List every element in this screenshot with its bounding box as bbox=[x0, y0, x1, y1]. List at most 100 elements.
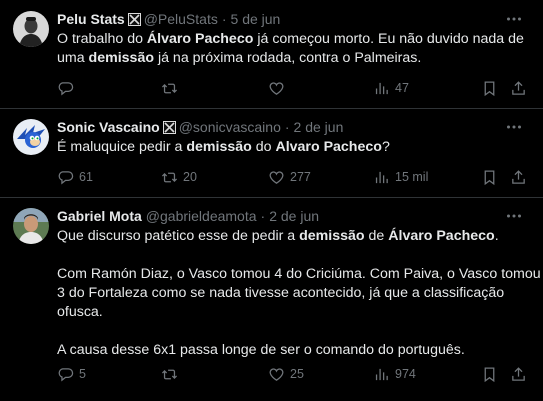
share-button[interactable] bbox=[510, 364, 527, 384]
tweet-date[interactable]: 2 de jun bbox=[269, 208, 319, 224]
tweet-actions: 61 20 277 15 mil bbox=[57, 167, 535, 187]
text-segment: ? bbox=[381, 139, 390, 155]
separator-dot: · bbox=[260, 208, 266, 224]
reply-icon bbox=[58, 170, 74, 184]
text-segment: A causa desse 6x1 passa longe de ser o c… bbox=[57, 342, 465, 358]
tweet-text-line: É maluquice pedir a demissão do Alvaro P… bbox=[57, 138, 527, 157]
reply-icon bbox=[58, 81, 74, 95]
author-name[interactable]: Pelu Stats bbox=[57, 11, 125, 27]
views-button[interactable]: 15 mil bbox=[373, 167, 428, 187]
text-segment: 3 do Fortaleza como se nada tivesse acon… bbox=[57, 285, 505, 301]
tweet-text-line: Que discurso patético esse de pedir a de… bbox=[57, 227, 527, 246]
tweet-feed: Pelu Stats @PeluStats · 5 de jun O traba… bbox=[0, 0, 543, 401]
avatar[interactable] bbox=[13, 119, 49, 155]
text-segment: do bbox=[251, 139, 276, 155]
separator-dot: · bbox=[221, 11, 227, 27]
tweet-text: É maluquice pedir a demissão do Alvaro P… bbox=[57, 138, 527, 157]
highlighted-term: demissão bbox=[299, 228, 365, 244]
tweet-text: Que discurso patético esse de pedir a de… bbox=[57, 227, 541, 360]
bookmark-icon bbox=[484, 366, 495, 382]
views-button[interactable]: 974 bbox=[373, 364, 416, 384]
text-segment: ofusca. bbox=[57, 304, 103, 320]
tweet-text-line: 3 do Fortaleza como se nada tivesse acon… bbox=[57, 284, 527, 303]
more-icon[interactable] bbox=[505, 207, 523, 225]
retweet-icon bbox=[161, 172, 178, 182]
views-button[interactable]: 47 bbox=[373, 78, 409, 98]
views-count: 974 bbox=[395, 367, 416, 381]
reply-button[interactable]: 5 bbox=[57, 364, 86, 384]
retweet-button[interactable] bbox=[161, 364, 183, 384]
views-icon bbox=[375, 368, 388, 380]
share-icon bbox=[512, 169, 525, 184]
reply-button[interactable]: 61 bbox=[57, 167, 93, 187]
tweet-text: O trabalho do Álvaro Pacheco já começou … bbox=[57, 30, 527, 68]
tweet-actions: 47 bbox=[57, 78, 535, 98]
text-segment: de bbox=[364, 228, 389, 244]
highlighted-term: demissão bbox=[88, 50, 154, 66]
more-icon[interactable] bbox=[505, 10, 523, 28]
author-handle[interactable]: @sonicvascaino bbox=[179, 119, 281, 135]
retweet-icon bbox=[161, 369, 178, 379]
highlighted-term: Álvaro Pacheco bbox=[388, 228, 495, 244]
tweet-date[interactable]: 2 de jun bbox=[294, 119, 344, 135]
like-count: 277 bbox=[290, 170, 311, 184]
text-segment: É maluquice pedir a bbox=[57, 139, 187, 155]
like-button[interactable]: 277 bbox=[268, 167, 311, 187]
retweet-button[interactable] bbox=[161, 78, 183, 98]
like-button[interactable] bbox=[268, 78, 290, 98]
like-icon bbox=[269, 81, 284, 95]
share-icon bbox=[512, 366, 525, 381]
tweet-text-line: O trabalho do Álvaro Pacheco já começou … bbox=[57, 30, 527, 49]
text-segment: já começou morto. Eu não duvido nada de bbox=[253, 31, 524, 47]
avatar[interactable] bbox=[13, 208, 49, 244]
like-icon bbox=[269, 367, 284, 381]
bookmark-icon bbox=[484, 80, 495, 96]
text-segment: uma bbox=[57, 50, 89, 66]
like-button[interactable]: 25 bbox=[268, 364, 304, 384]
text-segment: Que discurso patético esse de pedir a bbox=[57, 228, 300, 244]
avatar[interactable] bbox=[13, 11, 49, 47]
tweet-text-line: Com Ramón Diaz, o Vasco tomou 4 do Crici… bbox=[57, 265, 541, 284]
author-name[interactable]: Gabriel Mota bbox=[57, 208, 142, 224]
tweet-actions: 5 25 974 bbox=[57, 364, 535, 384]
vasco-badge-icon bbox=[127, 12, 141, 26]
share-icon bbox=[512, 80, 525, 95]
bookmark-button[interactable] bbox=[481, 167, 498, 187]
text-segment: O trabalho do bbox=[57, 31, 147, 47]
retweet-icon bbox=[161, 83, 178, 93]
highlighted-term: Alvaro Pacheco bbox=[275, 139, 382, 155]
reply-count: 5 bbox=[79, 367, 86, 381]
tweet-text-line: ofusca. bbox=[57, 303, 527, 322]
reply-count: 61 bbox=[79, 170, 93, 184]
author-name[interactable]: Sonic Vascaino bbox=[57, 119, 160, 135]
bookmark-button[interactable] bbox=[481, 364, 498, 384]
tweet-2[interactable]: Sonic Vascaino @sonicvascaino · 2 de jun… bbox=[0, 109, 543, 198]
author-handle[interactable]: @gabrieldeamota bbox=[146, 208, 257, 224]
tweet-date[interactable]: 5 de jun bbox=[231, 11, 281, 27]
views-count: 15 mil bbox=[395, 170, 429, 184]
reply-button[interactable] bbox=[57, 78, 79, 98]
views-count: 47 bbox=[395, 81, 409, 95]
like-icon bbox=[269, 170, 284, 184]
highlighted-term: demissão bbox=[186, 139, 252, 155]
text-segment: Com Ramón Diaz, o Vasco tomou 4 do Crici… bbox=[57, 266, 541, 282]
reply-icon bbox=[58, 367, 74, 381]
bookmark-icon bbox=[484, 169, 495, 185]
more-icon[interactable] bbox=[505, 118, 523, 136]
separator-dot: · bbox=[284, 119, 290, 135]
tweet-text-line: uma demissão já na próxima rodada, contr… bbox=[57, 49, 527, 68]
tweet-1[interactable]: Pelu Stats @PeluStats · 5 de jun O traba… bbox=[0, 0, 543, 109]
text-segment: já na próxima rodada, contra o Palmeiras… bbox=[154, 50, 422, 66]
views-icon bbox=[375, 171, 388, 183]
author-handle[interactable]: @PeluStats bbox=[144, 11, 218, 27]
retweet-button[interactable]: 20 bbox=[161, 167, 197, 187]
vasco-badge-icon bbox=[162, 120, 176, 134]
tweet-3[interactable]: Gabriel Mota @gabrieldeamota · 2 de jun … bbox=[0, 198, 543, 401]
share-button[interactable] bbox=[510, 167, 527, 187]
views-icon bbox=[375, 82, 388, 94]
share-button[interactable] bbox=[510, 78, 527, 98]
highlighted-term: Álvaro Pacheco bbox=[146, 31, 254, 47]
bookmark-button[interactable] bbox=[481, 78, 498, 98]
